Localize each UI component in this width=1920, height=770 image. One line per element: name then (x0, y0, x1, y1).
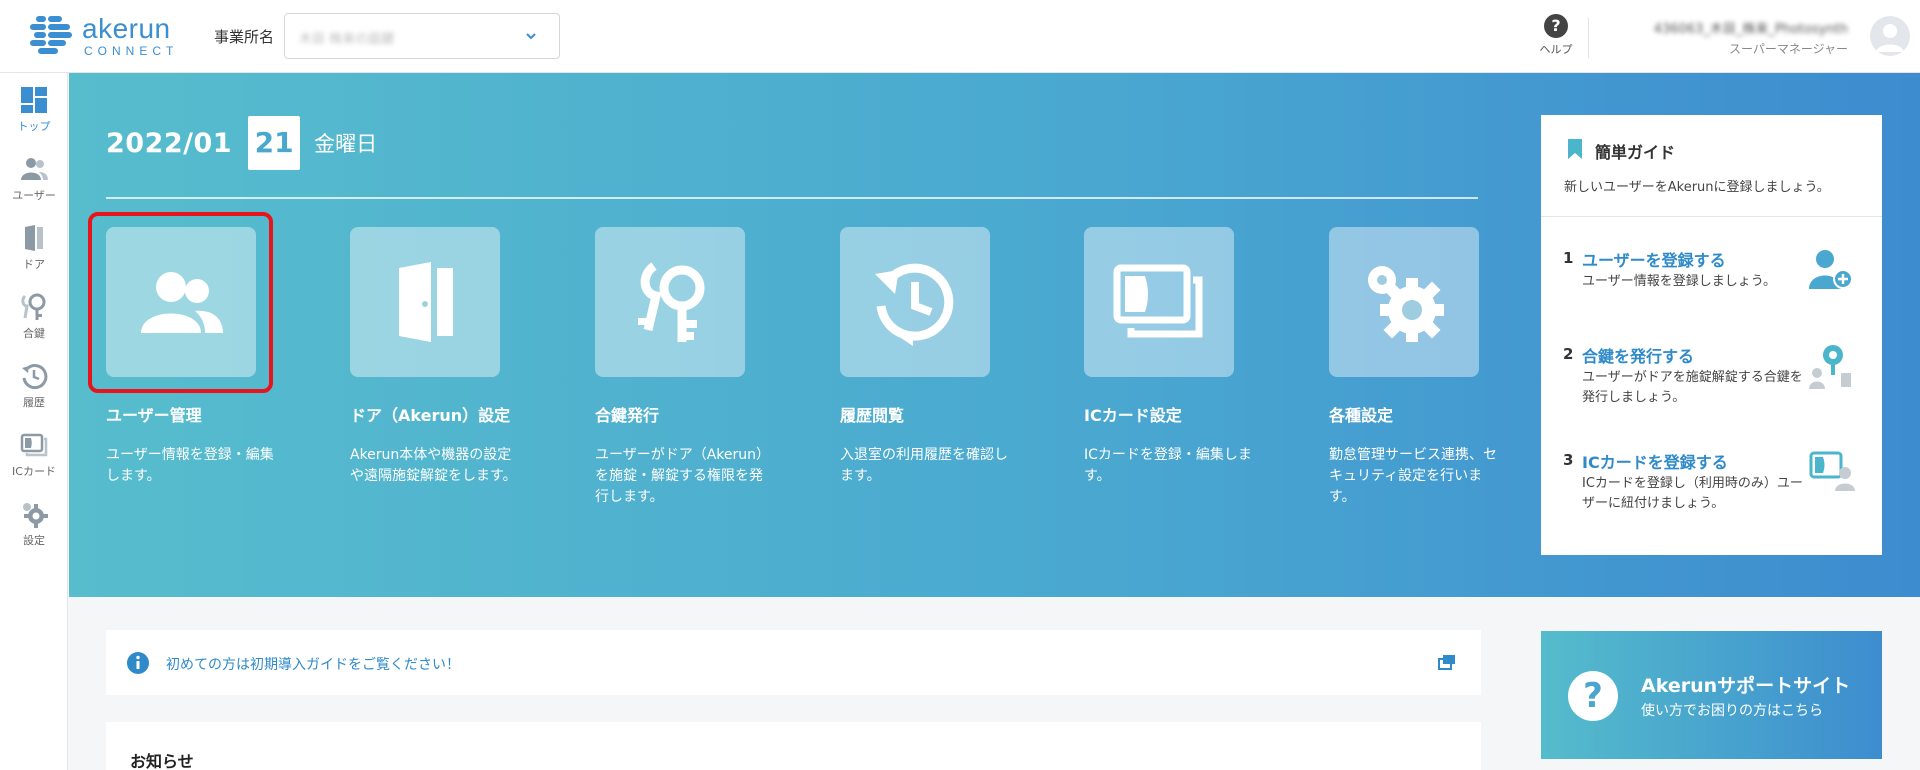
sidebar-item-ic-card[interactable]: ICカード (0, 422, 68, 482)
guide-subtitle: 新しいユーザーをAkerunに登録しましょう。 (1564, 180, 1830, 195)
info-icon (127, 652, 149, 674)
avatar[interactable] (1870, 16, 1910, 56)
key-icon (21, 293, 46, 320)
step-description: ユーザーがドアを施錠解錠する合鍵を発行しましょう。 (1582, 370, 1803, 405)
office-select[interactable]: 木目 株来の庭鍵 (284, 13, 560, 59)
help-button[interactable]: ? ヘルプ (1534, 14, 1578, 57)
office-select-value: 木目 株来の庭鍵 (299, 32, 395, 47)
tile-description: 勤怠管理サービス連携、セキュリティ設定を行います。 (1329, 447, 1497, 505)
tile-description: Akerun本体や機器の設定や遠隔施錠解錠をします。 (350, 447, 517, 484)
step-description: ICカードを登録し（利用時のみ）ユーザーに紐付けましょう。 (1582, 476, 1803, 511)
door-icon (25, 225, 43, 251)
current-date: 2022/01 21 金曜日 (106, 116, 377, 170)
tile-title: 履歴閲覧 (840, 406, 905, 425)
tile-title: ドア（Akerun）設定 (350, 406, 511, 425)
support-site-card[interactable]: ? Akerunサポートサイト 使い方でお困りの方はこちら (1541, 631, 1882, 759)
chevron-down-icon (526, 33, 536, 40)
guide-title: 簡単ガイド (1595, 143, 1676, 162)
date-day: 21 (248, 116, 301, 170)
users-icon (21, 158, 48, 180)
step-number: 3 (1563, 451, 1574, 469)
tile-description: 入退室の利用履歴を確認します。 (840, 447, 1008, 484)
step-link[interactable]: ユーザーを登録する (1582, 247, 1726, 271)
tile-title: 合鍵発行 (595, 406, 660, 425)
intro-guide-notice[interactable]: 初めての方は初期導入ガイドをご覧ください！ (106, 630, 1481, 695)
tile-settings[interactable]: 各種設定 勤怠管理サービス連携、セキュリティ設定を行います。 (1329, 227, 1497, 508)
sidebar-item-label: 設定 (23, 534, 45, 547)
date-year-month: 2022/01 (106, 127, 233, 159)
history-icon (22, 364, 48, 390)
date-weekday: 金曜日 (314, 132, 378, 156)
ic-card-user-icon (1809, 451, 1855, 491)
tile-description: ユーザー情報を登録・編集します。 (106, 447, 274, 484)
akerun-logo[interactable]: akerun CONNECT (30, 14, 173, 58)
external-link-icon[interactable] (1437, 653, 1457, 671)
tile-door-settings[interactable]: ドア（Akerun）設定 Akerun本体や機器の設定や遠隔施錠解錠をします。 (350, 227, 517, 487)
sidebar-item-top[interactable]: トップ (0, 77, 68, 137)
sidebar-item-key[interactable]: 合鍵 (0, 284, 68, 344)
step-description: ユーザー情報を登録しましょう。 (1582, 274, 1776, 289)
sidebar-item-history[interactable]: 履歴 (0, 353, 68, 413)
tile-icon-box[interactable] (1084, 227, 1234, 377)
door-icon (399, 262, 453, 342)
quick-guide-panel: 簡単ガイド 新しいユーザーをAkerunに登録しましょう。 1 ユーザーを登録す… (1541, 115, 1882, 555)
question-icon: ? (1568, 671, 1618, 721)
sidebar-item-label: 合鍵 (23, 327, 45, 340)
add-user-icon (1809, 250, 1853, 289)
top-header: akerun CONNECT 事業所名 木目 株来の庭鍵 ? ヘルプ 43606… (0, 0, 1920, 73)
sidebar-item-label: トップ (17, 120, 51, 133)
history-icon (875, 263, 954, 346)
gear-icon (23, 503, 48, 528)
tile-title: ユーザー管理 (106, 406, 202, 425)
gear-icon (1368, 266, 1444, 342)
tile-title: ICカード設定 (1084, 406, 1182, 425)
news-title: お知らせ (130, 752, 194, 770)
step-number: 2 (1563, 345, 1574, 363)
tile-title: 各種設定 (1329, 406, 1394, 425)
tile-ic-card[interactable]: ICカード設定 ICカードを登録・編集します。 (1084, 227, 1252, 487)
sidebar-item-settings[interactable]: 設定 (0, 491, 68, 551)
tile-key-issue[interactable]: 合鍵発行 ユーザーがドア（Akerun）を施錠・解錠する権限を発行します。 (595, 227, 763, 508)
sidebar-item-label: ドア (23, 258, 45, 271)
avatar-icon (1876, 24, 1904, 52)
notice-link[interactable]: 初めての方は初期導入ガイドをご覧ください！ (166, 654, 460, 674)
user-role: スーパーマネージャー (1728, 42, 1848, 56)
tile-history[interactable]: 履歴閲覧 入退室の利用履歴を確認します。 (840, 227, 1008, 487)
logo-wordmark: akerun (82, 13, 171, 44)
tile-icon-box[interactable] (595, 227, 745, 377)
step-number: 1 (1563, 249, 1574, 267)
key-user-icon (1809, 345, 1851, 389)
tile-description: ユーザーがドア（Akerun）を施錠・解錠する権限を発行します。 (595, 447, 764, 505)
help-icon: ? (1544, 14, 1568, 38)
ic-card-icon (1113, 264, 1203, 338)
sidebar: トップ ユーザー ドア 合鍵 履歴 ICカード 設定 (0, 73, 68, 770)
news-section: お知らせ (106, 722, 1481, 770)
tile-icon-box[interactable] (1329, 227, 1479, 377)
tile-description: ICカードを登録・編集します。 (1084, 447, 1252, 484)
dashboard-icon (21, 87, 47, 113)
sidebar-item-users[interactable]: ユーザー (0, 146, 68, 206)
support-title: Akerunサポートサイト (1641, 675, 1851, 697)
user-name: 436063_木目_株来_Photosynth (1653, 22, 1848, 37)
ic-card-icon (20, 433, 48, 457)
hero-divider (106, 197, 1478, 199)
tile-icon-box[interactable] (840, 227, 990, 377)
office-label: 事業所名 (214, 28, 275, 46)
step-link[interactable]: 合鍵を発行する (1582, 343, 1694, 367)
header-divider (1588, 18, 1589, 58)
logo-subtext: CONNECT (84, 44, 179, 58)
selection-highlight (88, 212, 273, 393)
bookmark-icon (1568, 139, 1582, 159)
key-icon (638, 262, 705, 342)
sidebar-item-label: ユーザー (12, 189, 56, 202)
help-label: ヘルプ (1539, 43, 1573, 56)
support-subtitle: 使い方でお困りの方はこちら (1641, 703, 1823, 719)
sidebar-item-label: 履歴 (23, 396, 45, 409)
logo-mark-icon (30, 16, 72, 54)
sidebar-item-label: ICカード (12, 465, 56, 478)
step-link[interactable]: ICカードを登録する (1582, 449, 1728, 473)
guide-header: 簡単ガイド 新しいユーザーをAkerunに登録しましょう。 (1541, 115, 1882, 217)
sidebar-item-door[interactable]: ドア (0, 215, 68, 275)
tile-icon-box[interactable] (350, 227, 500, 377)
